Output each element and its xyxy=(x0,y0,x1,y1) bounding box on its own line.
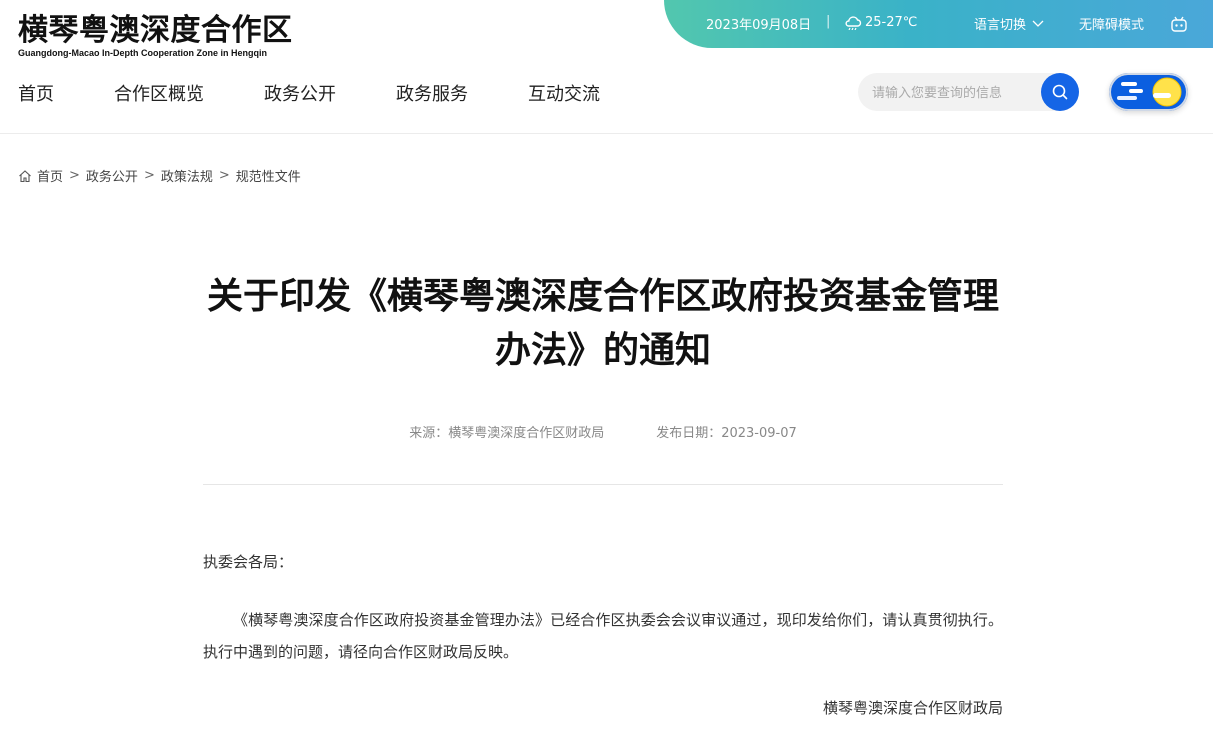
chevron-down-icon xyxy=(1032,20,1044,28)
weather-temperature: 25-27℃ xyxy=(865,14,918,30)
breadcrumb-government-affairs[interactable]: 政务公开 xyxy=(86,166,138,185)
nav-item-interaction[interactable]: 互动交流 xyxy=(528,80,600,106)
site-header: 横琴粤澳深度合作区 Guangdong-Macao In-Depth Coope… xyxy=(0,0,1213,134)
language-switch[interactable]: 语言切换 xyxy=(974,14,1044,33)
article-publish-date: 发布日期：2023-09-07 xyxy=(656,426,797,441)
nav-item-government-affairs[interactable]: 政务公开 xyxy=(264,80,336,106)
breadcrumb-separator: > xyxy=(69,168,80,183)
breadcrumb-separator: > xyxy=(143,168,155,183)
search-box xyxy=(858,73,1079,111)
breadcrumb: 首页 > 政务公开 > 政策法规 > 规范性文件 xyxy=(18,166,301,185)
home-icon xyxy=(18,169,32,183)
topbar-separator: | xyxy=(826,14,831,29)
sun-cloud-icon xyxy=(1117,77,1182,107)
theme-toggle[interactable] xyxy=(1109,73,1188,111)
article-paragraph: 《横琴粤澳深度合作区政府投资基金管理办法》已经合作区执委会会议审议通过，现印发给… xyxy=(203,611,1003,661)
weather-widget: 25-27℃ xyxy=(844,14,917,30)
site-logo[interactable]: 横琴粤澳深度合作区 Guangdong-Macao In-Depth Coope… xyxy=(18,12,293,58)
article-title: 关于印发《横琴粤澳深度合作区政府投资基金管理办法》的通知 xyxy=(206,276,999,371)
article-source: 来源：横琴粤澳深度合作区财政局 xyxy=(409,426,605,441)
article-divider xyxy=(203,484,1003,485)
article-meta: 来源：横琴粤澳深度合作区财政局 发布日期：2023-09-07 xyxy=(203,422,1003,441)
top-info-bar: 2023年09月08日 | 25-27℃ 语言切换 无障碍模式 xyxy=(664,0,1213,48)
breadcrumb-policies[interactable]: 政策法规 xyxy=(161,166,213,185)
logo-subtitle: Guangdong-Macao In-Depth Cooperation Zon… xyxy=(18,48,267,58)
search-button[interactable] xyxy=(1041,73,1079,111)
search-icon xyxy=(1051,83,1069,101)
nav-item-home[interactable]: 首页 xyxy=(18,80,54,106)
article-salutation: 执委会各局： xyxy=(203,553,294,571)
accessibility-mode-link[interactable]: 无障碍模式 xyxy=(1079,14,1144,33)
article-signature: 横琴粤澳深度合作区财政局 xyxy=(822,699,1003,717)
breadcrumb-normative-documents[interactable]: 规范性文件 xyxy=(236,166,301,185)
current-date: 2023年09月08日 xyxy=(706,18,812,33)
breadcrumb-home[interactable]: 首页 xyxy=(37,166,63,185)
breadcrumb-separator: > xyxy=(218,168,230,183)
robot-icon[interactable] xyxy=(1169,14,1189,38)
nav-item-overview[interactable]: 合作区概览 xyxy=(114,80,204,106)
nav-item-government-services[interactable]: 政务服务 xyxy=(396,80,468,106)
main-navigation: 首页 合作区概览 政务公开 政务服务 互动交流 xyxy=(18,80,660,106)
search-input[interactable] xyxy=(870,82,1034,104)
cloud-icon xyxy=(844,14,862,30)
language-switch-label: 语言切换 xyxy=(974,18,1027,33)
logo-title: 横琴粤澳深度合作区 xyxy=(18,13,293,48)
